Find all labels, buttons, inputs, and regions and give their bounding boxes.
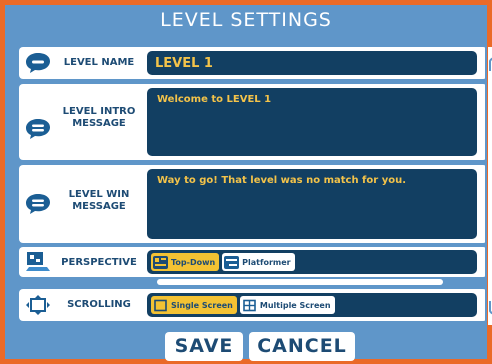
perspective-icon xyxy=(26,252,50,271)
level-win-label: LEVEL WIN MESSAGE xyxy=(68,189,130,212)
level-win-row: LEVEL WIN MESSAGE Way to go! That level … xyxy=(19,165,485,243)
top-down-icon xyxy=(153,255,168,269)
perspective-option-platformer[interactable]: Platformer xyxy=(222,253,295,271)
perspective-option-top-down-label: Top-Down xyxy=(171,257,216,267)
level-settings-dialog: LEVEL SETTINGS LEVEL NAME LEVEL 1 LEVEL … xyxy=(0,0,492,364)
perspective-segmented-control: Top-Down Platformer xyxy=(147,250,477,274)
scrolling-option-single-screen-label: Single Screen xyxy=(171,300,233,310)
dialog-title: LEVEL SETTINGS xyxy=(160,9,332,31)
scroll-down-icon xyxy=(489,301,492,315)
crosshair-arrows-icon xyxy=(26,295,50,315)
perspective-option-top-down[interactable]: Top-Down xyxy=(151,253,220,271)
scrollbar-track[interactable] xyxy=(488,47,492,325)
speech-bubble-icon xyxy=(26,119,50,139)
level-intro-label: LEVEL INTRO MESSAGE xyxy=(62,106,136,129)
scrolling-option-multiple-screen-label: Multiple Screen xyxy=(259,300,331,310)
level-name-row: LEVEL NAME LEVEL 1 xyxy=(19,47,485,79)
perspective-option-platformer-label: Platformer xyxy=(242,257,291,267)
scrolling-option-single-screen[interactable]: Single Screen xyxy=(151,296,237,314)
settings-scroll-panel[interactable]: LEVEL NAME LEVEL 1 LEVEL INTRO MESSAGE W… xyxy=(19,47,485,325)
hidden-row-edge xyxy=(157,279,443,285)
scrolling-label: SCROLLING xyxy=(67,299,131,310)
level-name-label: LEVEL NAME xyxy=(63,57,135,68)
level-win-textarea[interactable]: Way to go! That level was no match for y… xyxy=(147,169,477,239)
multiple-screen-icon xyxy=(242,299,257,312)
single-screen-icon xyxy=(153,299,168,312)
scrolling-row: SCROLLING Single Screen Multiple Screen xyxy=(19,289,485,321)
level-intro-row: LEVEL INTRO MESSAGE Welcome to LEVEL 1 xyxy=(19,84,485,160)
perspective-row: PERSPECTIVE Top-Down Platformer xyxy=(19,247,485,277)
scroll-up-icon xyxy=(489,57,492,71)
platformer-icon xyxy=(224,255,240,269)
speech-bubble-icon xyxy=(26,194,50,214)
scrolling-segmented-control: Single Screen Multiple Screen xyxy=(147,293,477,317)
perspective-label: PERSPECTIVE xyxy=(61,257,137,268)
save-button[interactable]: SAVE xyxy=(165,332,243,361)
cancel-button[interactable]: CANCEL xyxy=(249,332,355,361)
level-name-input[interactable]: LEVEL 1 xyxy=(147,51,477,75)
speech-bubble-icon xyxy=(26,53,50,73)
level-intro-textarea[interactable]: Welcome to LEVEL 1 xyxy=(147,88,477,156)
scrolling-option-multiple-screen[interactable]: Multiple Screen xyxy=(239,296,335,314)
